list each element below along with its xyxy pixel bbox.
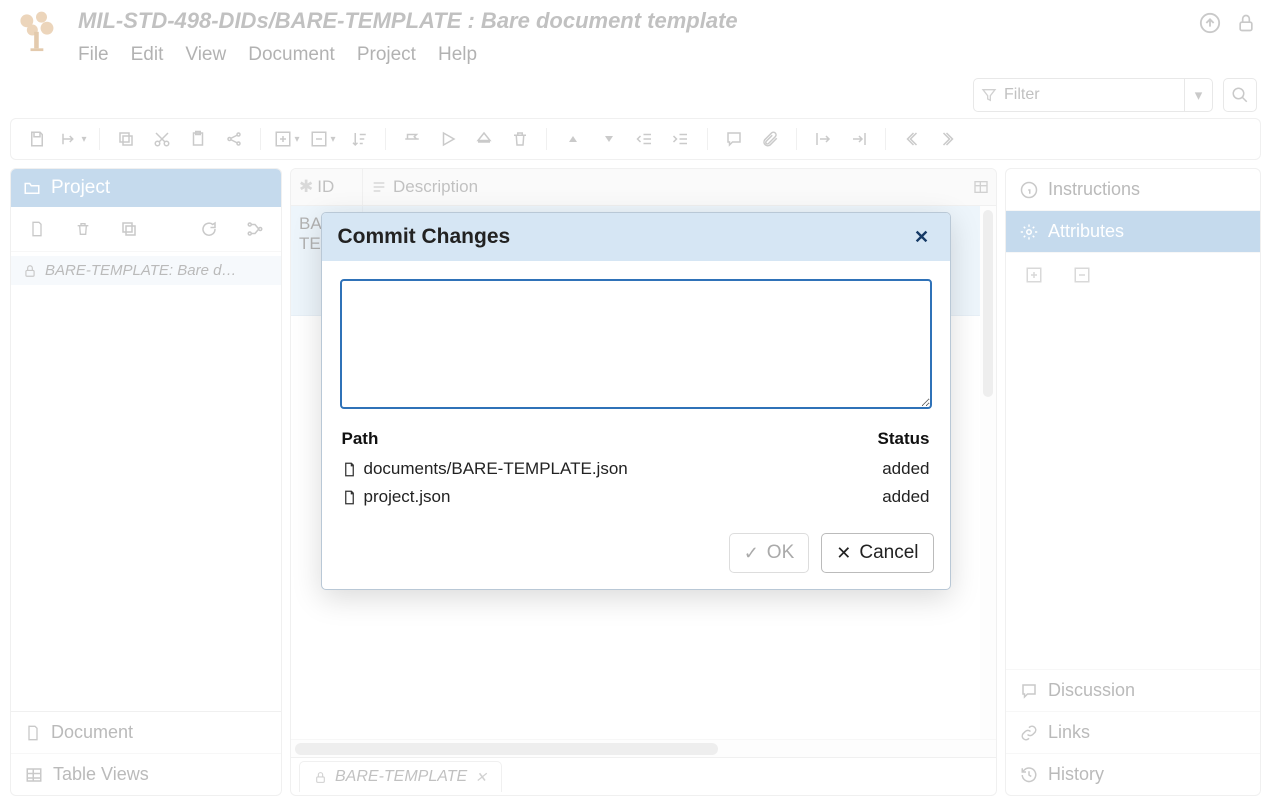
file-row: project.json added [340, 483, 932, 511]
file-icon [342, 461, 364, 478]
ok-button[interactable]: ✓ OK [729, 533, 810, 573]
cancel-button[interactable]: ✕ Cancel [821, 533, 933, 573]
check-icon: ✓ [744, 543, 759, 564]
file-path: project.json [364, 487, 883, 507]
x-icon: ✕ [836, 543, 851, 564]
file-path: documents/BARE-TEMPLATE.json [364, 459, 883, 479]
path-column-header: Path [342, 429, 878, 449]
file-status: added [882, 459, 929, 479]
file-icon [342, 489, 364, 506]
status-column-header: Status [878, 429, 930, 449]
file-row: documents/BARE-TEMPLATE.json added [340, 455, 932, 483]
file-status: added [882, 487, 929, 507]
commit-changes-dialog: Commit Changes ✕ Path Status documents/B… [321, 212, 951, 590]
dialog-title: Commit Changes [338, 225, 511, 249]
dialog-close-icon[interactable]: ✕ [910, 225, 934, 249]
commit-message-input[interactable] [340, 279, 932, 409]
